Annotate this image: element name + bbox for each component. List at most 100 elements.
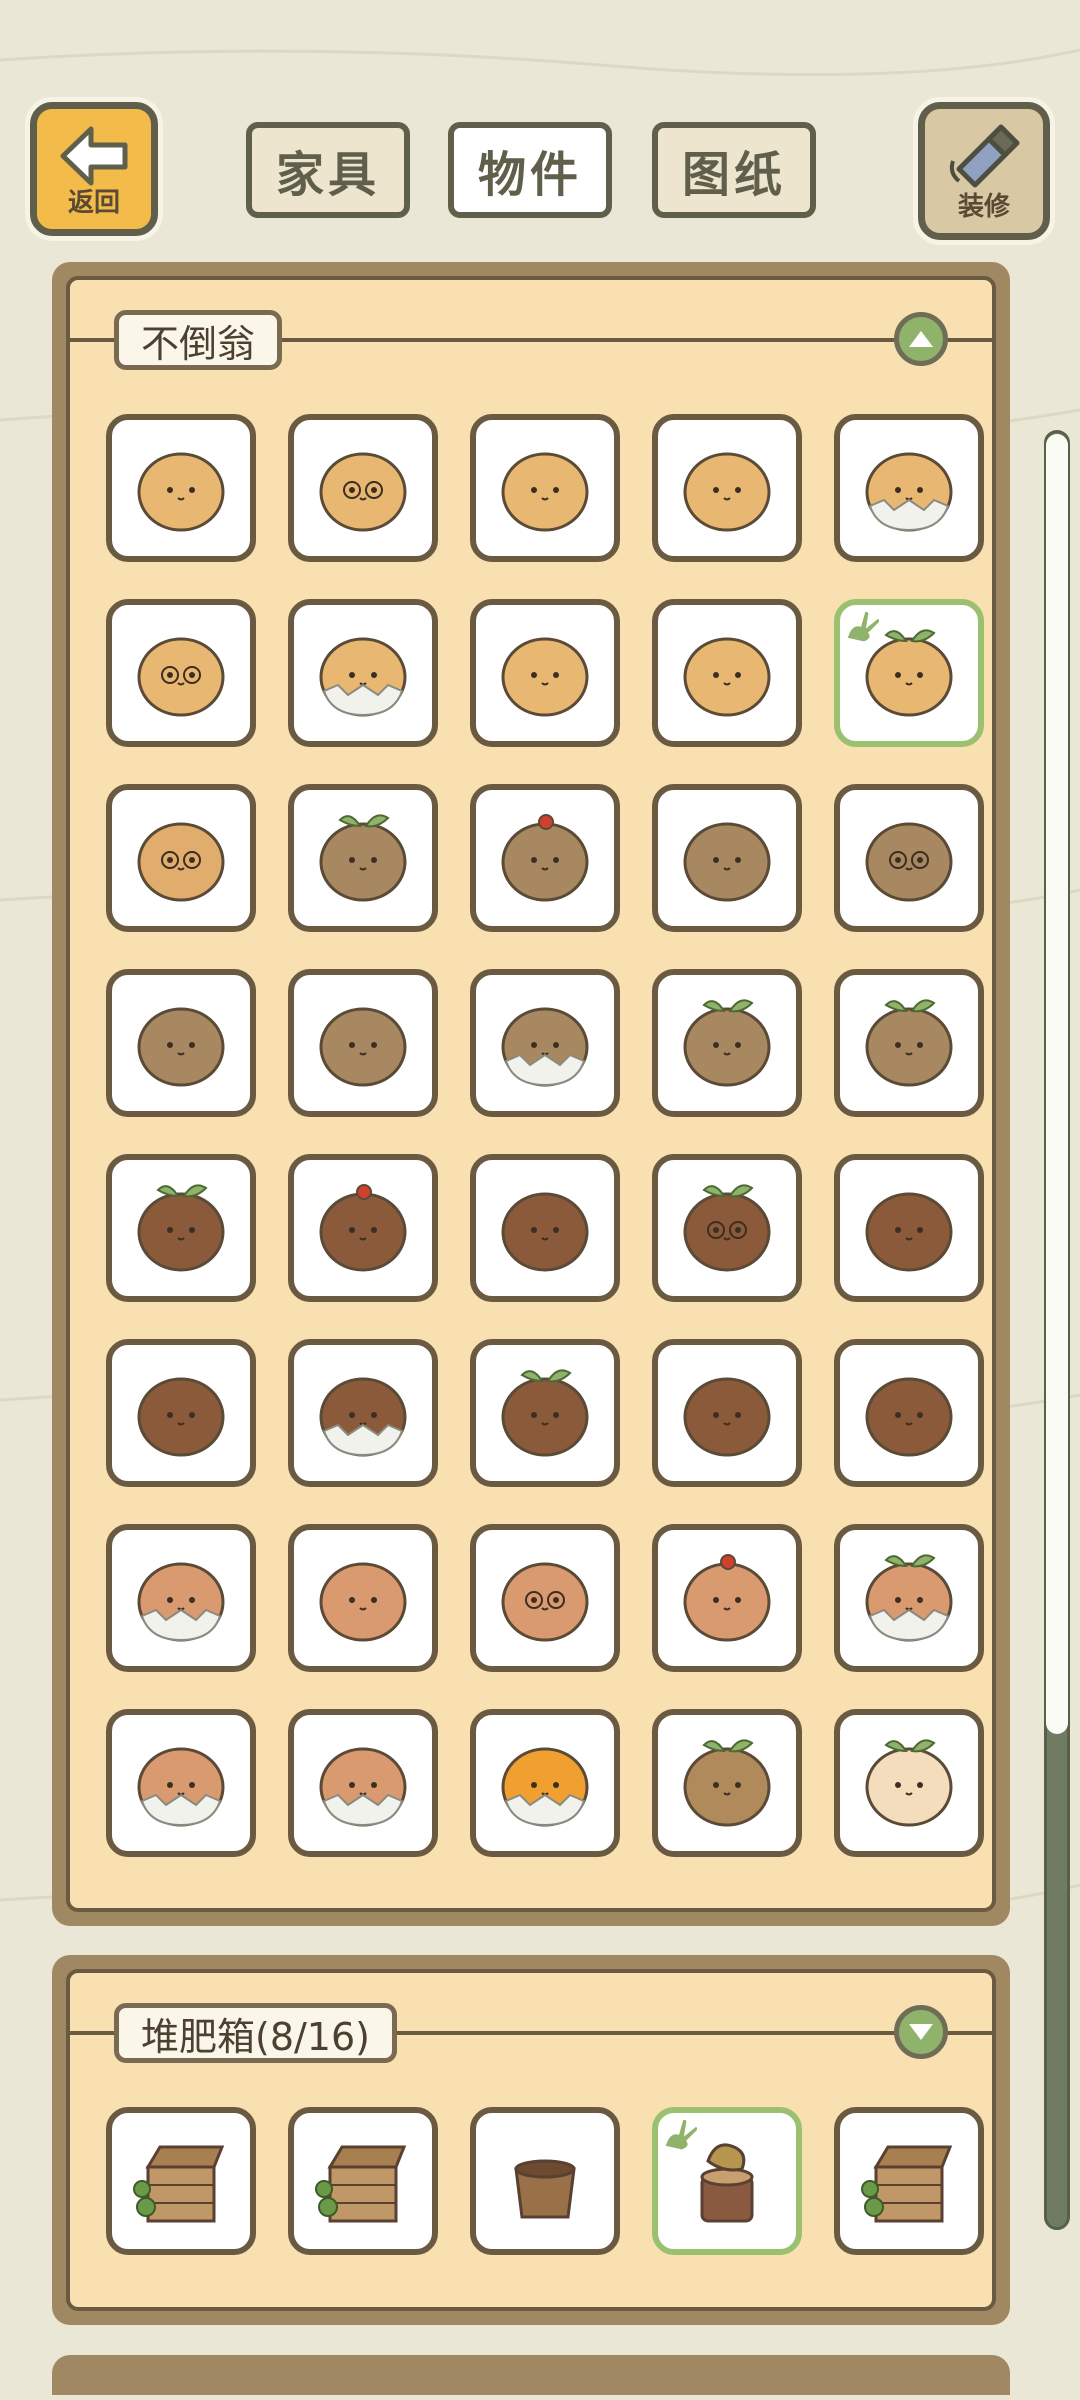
tumbler-raccoon-icon — [683, 452, 771, 532]
acorn-sleepy-icon — [683, 1377, 771, 1457]
tumbler-item[interactable] — [834, 1709, 984, 1857]
tumbler-item[interactable] — [288, 414, 438, 562]
tumbler-item[interactable] — [106, 1154, 256, 1302]
tumbler-item[interactable] — [288, 784, 438, 932]
tab-blueprints[interactable]: 图纸 — [652, 122, 816, 218]
tumbler-item[interactable] — [106, 599, 256, 747]
tumbler-item[interactable] — [106, 1709, 256, 1857]
chestnut-cherry-icon — [501, 814, 589, 902]
compost-item[interactable] — [652, 2107, 802, 2255]
chestnut-leaf-cap-icon — [865, 999, 953, 1087]
onion-sprout-icon — [865, 1739, 953, 1827]
tumbler-item[interactable] — [106, 414, 256, 562]
acorn-bun-icon — [137, 1377, 225, 1457]
tumbler-item[interactable] — [288, 1339, 438, 1487]
tumbler-item[interactable] — [106, 969, 256, 1117]
tumbler-item[interactable] — [470, 1709, 620, 1857]
tumbler-plain-icon — [137, 452, 225, 532]
back-label: 返回 — [67, 188, 120, 218]
tumbler-burger-icon — [501, 452, 589, 532]
peach-leaf-shell-icon — [865, 1554, 953, 1642]
screen: { "header": { "back_label": "返回", "tabs"… — [0, 0, 1080, 2400]
acorn-cherry-icon — [319, 1184, 407, 1272]
brown-leaf-frame-icon — [683, 1739, 771, 1827]
compost-item[interactable] — [106, 2107, 256, 2255]
chestnut-bird-icon — [319, 1007, 407, 1087]
tumbler-item[interactable] — [652, 1709, 802, 1857]
tumbler-item[interactable] — [834, 969, 984, 1117]
tumbler-item[interactable] — [652, 599, 802, 747]
tumbler-item[interactable] — [470, 969, 620, 1117]
tumbler-item[interactable] — [106, 784, 256, 932]
tumbler-item[interactable] — [652, 784, 802, 932]
decorate-label: 装修 — [957, 192, 1010, 222]
tumbler-item[interactable] — [470, 1524, 620, 1672]
tumbler-item[interactable] — [470, 1339, 620, 1487]
tab-furniture[interactable]: 家具 — [246, 122, 410, 218]
acorn-eggshell-icon — [319, 1377, 407, 1457]
tumbler-item[interactable] — [652, 969, 802, 1117]
peach-lashes-icon — [319, 1562, 407, 1642]
tumbler-item[interactable] — [652, 1339, 802, 1487]
peach-eggshell-icon — [137, 1747, 225, 1827]
chestnut-sprout-dog-icon — [683, 999, 771, 1087]
chevron-down-icon — [909, 2024, 933, 2040]
tumbler-item[interactable] — [288, 1154, 438, 1302]
compost-box-ivy-open-icon — [861, 2145, 953, 2223]
expand-button[interactable] — [894, 2005, 948, 2059]
chestnut-owl-icon — [865, 822, 953, 902]
peach-glasses-icon — [501, 1562, 589, 1642]
tumbler-item[interactable] — [470, 599, 620, 747]
tumbler-item[interactable] — [288, 1709, 438, 1857]
tumbler-item[interactable] — [470, 1154, 620, 1302]
tumbler-owl-icon — [319, 452, 407, 532]
tumbler-item[interactable] — [288, 599, 438, 747]
acorn-sprout-icon — [501, 1369, 589, 1457]
tumbler-item[interactable] — [834, 599, 984, 747]
section-tumbler-inner: 不倒翁 — [66, 276, 996, 1912]
tumbler-item[interactable] — [834, 1339, 984, 1487]
tumbler-eggshell-icon — [865, 452, 953, 532]
peach-shell-smile-icon — [319, 1747, 407, 1827]
compost-item[interactable] — [834, 2107, 984, 2255]
frog-hand-icon — [844, 608, 883, 645]
tumbler-item[interactable] — [834, 1154, 984, 1302]
chevron-up-icon — [909, 331, 933, 347]
tab-items[interactable]: 物件 — [448, 122, 612, 218]
tumbler-shell-bird-icon — [319, 637, 407, 717]
acorn-smile-icon — [865, 1192, 953, 1272]
tumbler-item[interactable] — [470, 414, 620, 562]
section-compost-inner: 堆肥箱(8/16) — [66, 1969, 996, 2311]
peach-cherry-monkey-icon — [683, 1554, 771, 1642]
back-button[interactable]: 返回 — [30, 102, 158, 236]
acorn-antenna-icon — [865, 1377, 953, 1457]
tumbler-item[interactable] — [288, 1524, 438, 1672]
tumbler-item[interactable] — [834, 414, 984, 562]
tumbler-item[interactable] — [470, 784, 620, 932]
top-bar: 返回 家具 物件 图纸 装修 — [0, 0, 1080, 260]
acorn-plain-icon — [501, 1192, 589, 1272]
tumbler-glasses-icon — [137, 637, 225, 717]
compost-tub-icon — [514, 2159, 576, 2219]
tumbler-item[interactable] — [652, 414, 802, 562]
frog-hand-icon — [662, 2116, 701, 2153]
section-tumbler-panel: 不倒翁 — [52, 262, 1010, 1926]
compost-item[interactable] — [288, 2107, 438, 2255]
scrollbar-thumb[interactable] — [1046, 434, 1068, 1734]
compost-box-ivy-icon — [133, 2145, 225, 2223]
tumbler-bowl-icon — [137, 822, 225, 902]
collapse-button[interactable] — [894, 312, 948, 366]
tumbler-item[interactable] — [106, 1339, 256, 1487]
tumbler-item[interactable] — [834, 784, 984, 932]
tumbler-item[interactable] — [652, 1524, 802, 1672]
section-title-compost: 堆肥箱(8/16) — [114, 2003, 397, 2063]
tumbler-item[interactable] — [106, 1524, 256, 1672]
chestnut-leaf-icon — [319, 814, 407, 902]
tumbler-item[interactable] — [288, 969, 438, 1117]
next-section-edge — [52, 2355, 1010, 2395]
compost-item[interactable] — [470, 2107, 620, 2255]
tumbler-item[interactable] — [834, 1524, 984, 1672]
paint-brush-icon — [949, 124, 1020, 188]
decorate-button[interactable]: 装修 — [918, 102, 1050, 240]
tumbler-item[interactable] — [652, 1154, 802, 1302]
